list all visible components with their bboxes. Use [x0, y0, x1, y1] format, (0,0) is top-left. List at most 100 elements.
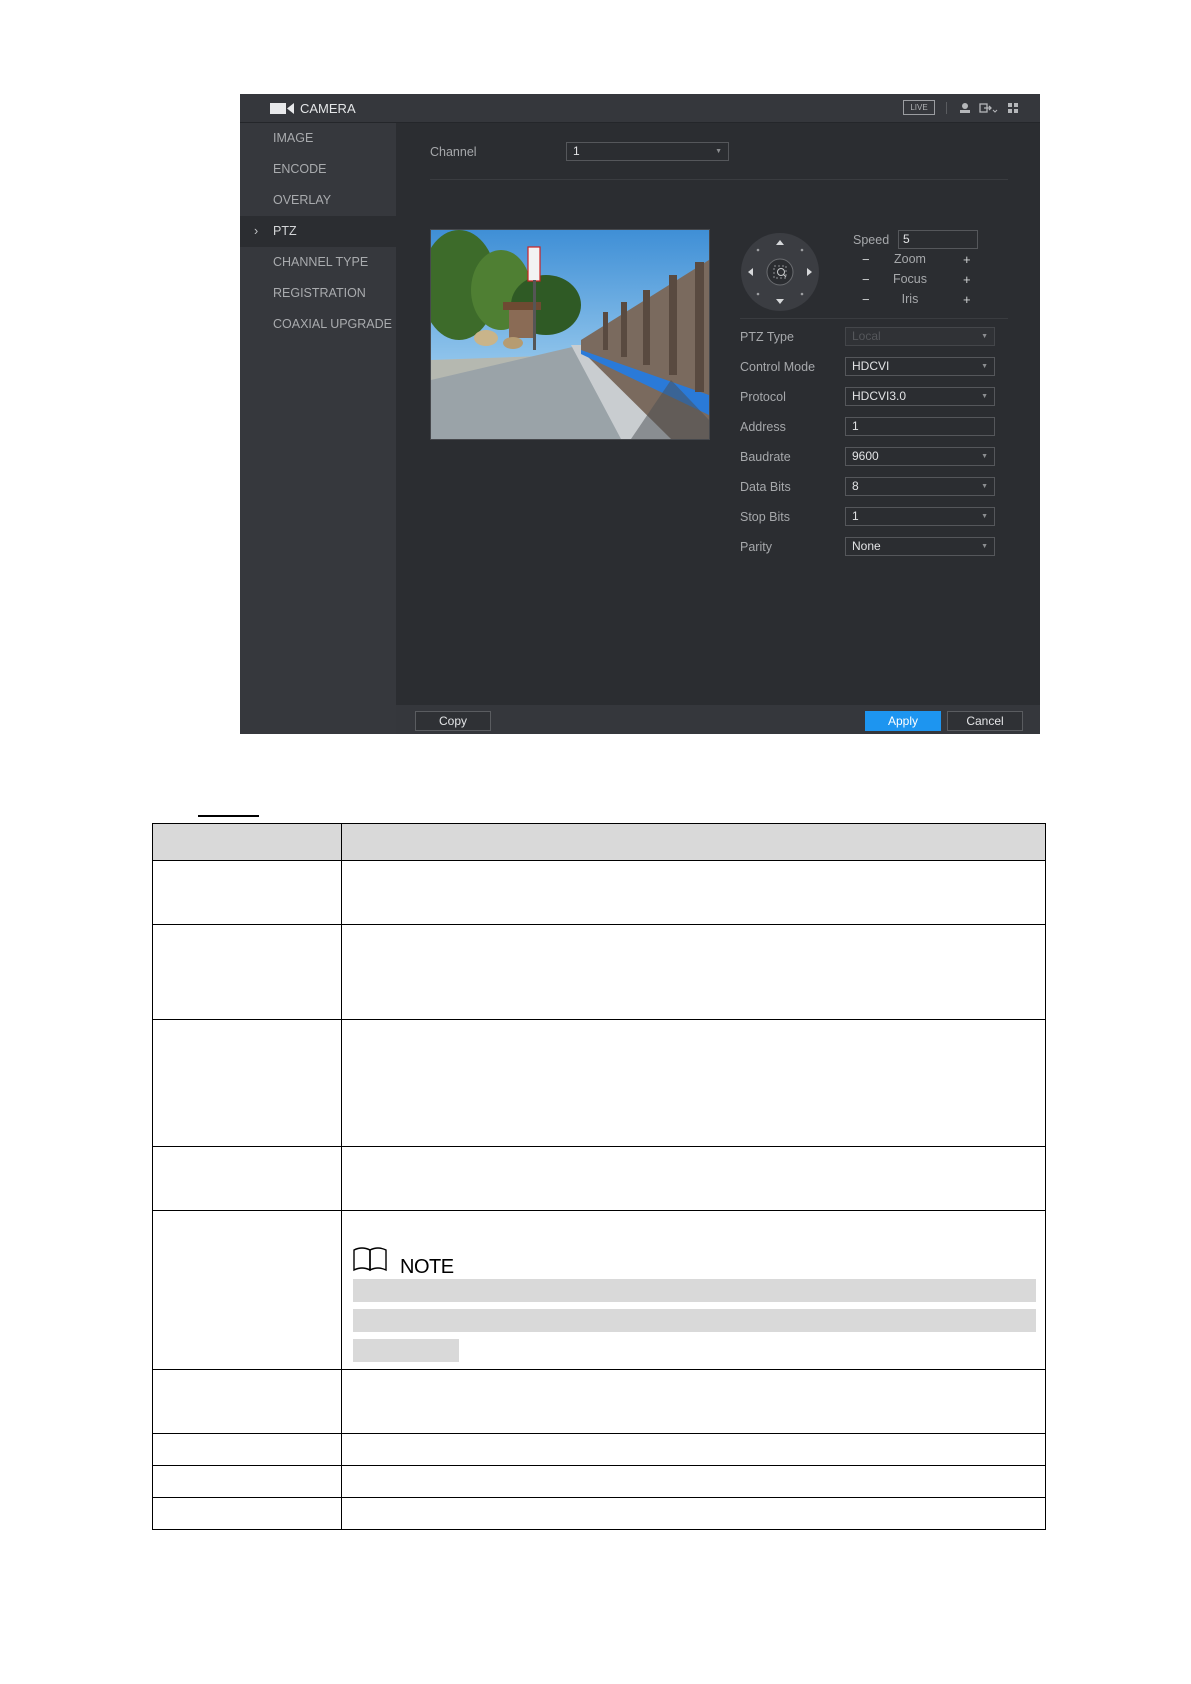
- table-row: [152, 1369, 1046, 1434]
- divider: [740, 318, 1008, 319]
- footer-bar: Copy Apply Cancel: [396, 705, 1040, 734]
- camera-settings-window: CAMERA LIVE IMAGE ENCODE OVERLAY › PTZ C…: [240, 94, 1040, 734]
- sidebar-item-image[interactable]: IMAGE: [240, 123, 396, 154]
- table-cell: [341, 1433, 1046, 1466]
- control-mode-label: Control Mode: [740, 360, 816, 374]
- table-row: [152, 1019, 1046, 1147]
- control-mode-value: HDCVI: [852, 359, 890, 373]
- sidebar-item-label: COAXIAL UPGRADE: [273, 317, 393, 331]
- chevron-down-icon: ▼: [981, 483, 988, 490]
- iris-open-button[interactable]: +: [963, 292, 971, 307]
- chevron-down-icon: ▼: [981, 333, 988, 340]
- table-cell: [152, 1497, 342, 1530]
- speed-value: 5: [903, 232, 910, 246]
- chevron-right-icon: ›: [254, 224, 259, 238]
- channel-value: 1: [573, 144, 580, 158]
- logout-icon[interactable]: [978, 101, 998, 115]
- table-cell: [341, 924, 1046, 1020]
- table-cell: [341, 1146, 1046, 1211]
- speed-label: Speed: [853, 233, 890, 247]
- channel-select[interactable]: 1 ▼: [566, 142, 729, 161]
- parity-select[interactable]: None ▼: [845, 537, 995, 556]
- control-mode-select[interactable]: HDCVI ▼: [845, 357, 995, 376]
- table-row: [152, 1465, 1046, 1498]
- protocol-label: Protocol: [740, 390, 786, 404]
- zoom-label: Zoom: [894, 252, 926, 266]
- channel-label: Channel: [430, 145, 477, 159]
- address-label: Address: [740, 420, 786, 434]
- parity-label: Parity: [740, 540, 772, 554]
- protocol-select[interactable]: HDCVI3.0 ▼: [845, 387, 995, 406]
- iris-close-button[interactable]: −: [862, 292, 870, 307]
- table-cell: [152, 924, 342, 1020]
- sidebar-item-label: CHANNEL TYPE: [273, 255, 369, 269]
- table-cell: [341, 1497, 1046, 1530]
- sidebar-item-coaxial-upgrade[interactable]: COAXIAL UPGRADE: [240, 309, 396, 340]
- table-cell: [152, 1146, 342, 1211]
- ptz-type-label: PTZ Type: [740, 330, 794, 344]
- data-bits-label: Data Bits: [740, 480, 791, 494]
- table-row: NOTE: [152, 1210, 1046, 1370]
- zoom-out-button[interactable]: −: [862, 252, 870, 267]
- ptz-type-select[interactable]: Local ▼: [845, 327, 995, 346]
- sidebar-item-label: OVERLAY: [273, 193, 332, 207]
- sidebar-item-channel-type[interactable]: CHANNEL TYPE: [240, 247, 396, 278]
- stop-bits-value: 1: [852, 509, 859, 523]
- camera-preview-image: [430, 229, 710, 440]
- focus-near-button[interactable]: −: [862, 272, 870, 287]
- ptz-type-value: Local: [852, 329, 881, 343]
- table-row: [152, 1146, 1046, 1211]
- table-header-cell: [152, 823, 342, 861]
- data-bits-value: 8: [852, 479, 859, 493]
- table-caption-underline: [198, 815, 259, 817]
- ptz-settings-panel: Channel 1 ▼ Speed 5 − Zoom + − Focus + −…: [396, 123, 1040, 705]
- sidebar-item-ptz[interactable]: › PTZ: [240, 216, 396, 247]
- zoom-in-button[interactable]: +: [963, 252, 971, 267]
- table-cell: [152, 1369, 342, 1434]
- table-row: [152, 1497, 1046, 1530]
- toolbar-divider: [946, 102, 947, 114]
- parity-value: None: [852, 539, 881, 553]
- user-icon[interactable]: [957, 101, 973, 115]
- focus-label: Focus: [892, 272, 928, 286]
- cancel-button[interactable]: Cancel: [947, 711, 1023, 731]
- table-row: [152, 860, 1046, 925]
- sidebar-item-registration[interactable]: REGISTRATION: [240, 278, 396, 309]
- chevron-down-icon: ▼: [981, 393, 988, 400]
- table-cell: [341, 1369, 1046, 1434]
- sidebar-item-label: REGISTRATION: [273, 286, 366, 300]
- chevron-down-icon: ▼: [981, 453, 988, 460]
- note-text-line: [353, 1309, 1036, 1332]
- note-text-line: [353, 1279, 1036, 1302]
- table-cell: [341, 1019, 1046, 1147]
- window-title: CAMERA: [300, 101, 356, 116]
- table-header-row: [152, 823, 1046, 861]
- baudrate-select[interactable]: 9600 ▼: [845, 447, 995, 466]
- iris-label: Iris: [901, 292, 919, 306]
- copy-button[interactable]: Copy: [415, 711, 491, 731]
- ptz-direction-pad-icon[interactable]: [740, 232, 820, 312]
- data-bits-select[interactable]: 8 ▼: [845, 477, 995, 496]
- stop-bits-select[interactable]: 1 ▼: [845, 507, 995, 526]
- stop-bits-label: Stop Bits: [740, 510, 791, 524]
- table-cell: [152, 1210, 342, 1370]
- grid-icon[interactable]: [1006, 101, 1022, 115]
- note-title: NOTE: [400, 1256, 454, 1278]
- protocol-value: HDCVI3.0: [852, 389, 907, 403]
- live-button[interactable]: LIVE: [903, 100, 935, 115]
- table-header-cell: [341, 823, 1046, 861]
- table-row: [152, 924, 1046, 1020]
- sidebar-item-overlay[interactable]: OVERLAY: [240, 185, 396, 216]
- title-bar: CAMERA LIVE: [240, 94, 1040, 123]
- table-cell: [341, 1465, 1046, 1498]
- address-input[interactable]: 1: [845, 417, 995, 436]
- baudrate-value: 9600: [852, 449, 879, 463]
- address-value: 1: [852, 419, 859, 433]
- speed-input[interactable]: 5: [898, 230, 978, 249]
- sidebar-item-encode[interactable]: ENCODE: [240, 154, 396, 185]
- focus-far-button[interactable]: +: [963, 272, 971, 287]
- apply-button[interactable]: Apply: [865, 711, 941, 731]
- table-cell: NOTE: [341, 1210, 1046, 1370]
- chevron-down-icon: ▼: [715, 148, 722, 155]
- note-text-line: [353, 1339, 459, 1362]
